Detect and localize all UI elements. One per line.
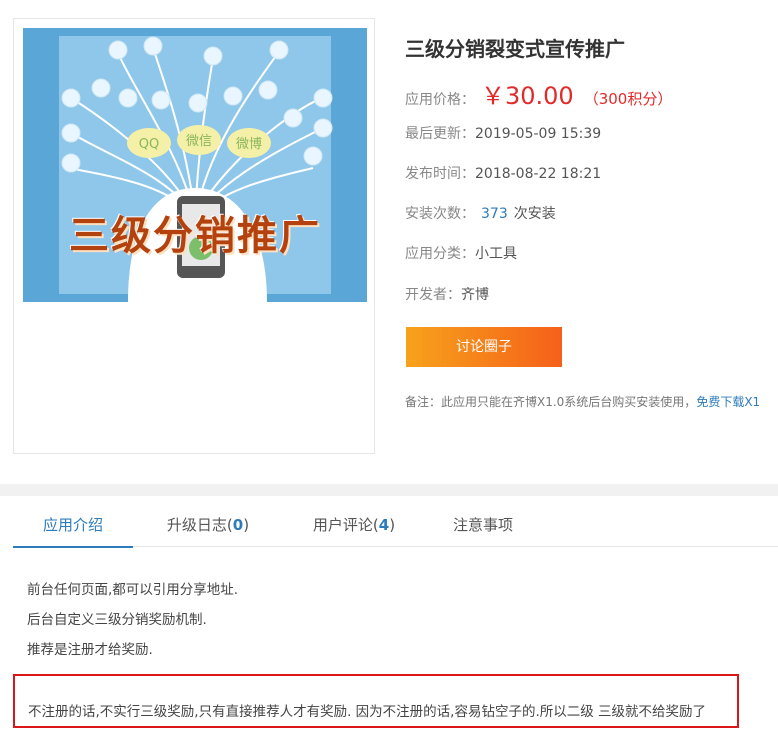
category-value: 小工具 bbox=[475, 246, 517, 262]
published-row: 发布时间：2018-08-22 18:21 bbox=[405, 163, 601, 183]
intro-line: 后台自定义三级分销奖励机制. bbox=[27, 612, 207, 628]
highlight-text: 不注册的话,不实行三级奖励,只有直接推荐人才有奖励. 因为不注册的话,容易钻空子… bbox=[28, 704, 707, 720]
tab-app-intro-label: 应用介绍 bbox=[42, 516, 103, 534]
note-text: 备注：此应用只能在齐博X1.0系统后台购买安装使用， bbox=[405, 395, 697, 409]
developer-row: 开发者：齐博 bbox=[405, 284, 489, 304]
user-comments-count: 4 bbox=[378, 516, 390, 534]
tab-upgrade-log-label: 升级日志( bbox=[166, 516, 233, 534]
tab-upgrade-log-suffix: ) bbox=[243, 516, 250, 534]
tab-notes[interactable]: 注意事项 bbox=[443, 506, 523, 546]
price-points: （300积分） bbox=[583, 90, 673, 108]
tab-user-comments-label: 用户评论( bbox=[312, 516, 379, 534]
category-row: 应用分类：小工具 bbox=[405, 243, 517, 263]
app-banner-image: QQ 微信 微博 三级分销推广 bbox=[23, 28, 367, 302]
published-value: 2018-08-22 18:21 bbox=[475, 166, 602, 182]
installs-row: 安装次数： 373 次安装 bbox=[405, 203, 556, 223]
qq-bubble: QQ bbox=[139, 137, 159, 152]
upgrade-log-count: 0 bbox=[232, 516, 244, 534]
updated-value: 2019-05-09 15:39 bbox=[475, 126, 602, 142]
section-separator bbox=[0, 484, 778, 496]
tab-app-intro[interactable]: 应用介绍 bbox=[13, 506, 133, 548]
tab-upgrade-log[interactable]: 升级日志(0) bbox=[153, 506, 263, 546]
installs-label: 安装次数： bbox=[405, 206, 475, 222]
highlight-box: 不注册的话,不实行三级奖励,只有直接推荐人才有奖励. 因为不注册的话,容易钻空子… bbox=[13, 674, 739, 728]
installs-count: 373 bbox=[481, 206, 508, 222]
updated-row: 最后更新：2019-05-09 15:39 bbox=[405, 123, 601, 143]
tab-notes-label: 注意事项 bbox=[452, 516, 513, 534]
weibo-bubble: 微博 bbox=[236, 137, 262, 152]
discuss-circle-button[interactable]: 讨论圈子 bbox=[406, 327, 562, 367]
price-label: 应用价格： bbox=[405, 92, 475, 108]
app-image-card: QQ 微信 微博 三级分销推广 bbox=[13, 18, 375, 454]
price-row: 应用价格： ￥30.00 （300积分） bbox=[405, 76, 672, 111]
tab-user-comments[interactable]: 用户评论(4) bbox=[299, 506, 409, 546]
developer-value: 齐博 bbox=[461, 287, 489, 303]
price-value: ￥30.00 bbox=[481, 82, 574, 110]
intro-line: 前台任何页面,都可以引用分享地址. bbox=[27, 582, 239, 598]
wechat-bubble: 微信 bbox=[186, 134, 212, 149]
installs-suffix: 次安装 bbox=[513, 206, 556, 222]
intro-line: 推荐是注册才给奖励. bbox=[27, 642, 153, 658]
detail-tabs: 应用介绍 升级日志(0) 用户评论(4) 注意事项 bbox=[13, 506, 778, 548]
app-title: 三级分销裂变式宣传推广 bbox=[405, 37, 625, 61]
free-download-link[interactable]: 免费下载X1 bbox=[696, 395, 760, 409]
updated-label: 最后更新： bbox=[405, 126, 475, 142]
category-label: 应用分类： bbox=[405, 246, 475, 262]
purchase-note: 备注：此应用只能在齐博X1.0系统后台购买安装使用，免费下载X1 bbox=[405, 393, 760, 410]
developer-label: 开发者： bbox=[405, 287, 461, 303]
tab-user-comments-suffix: ) bbox=[389, 516, 396, 534]
banner-title-text: 三级分销推广 bbox=[69, 213, 321, 259]
published-label: 发布时间： bbox=[405, 166, 475, 182]
